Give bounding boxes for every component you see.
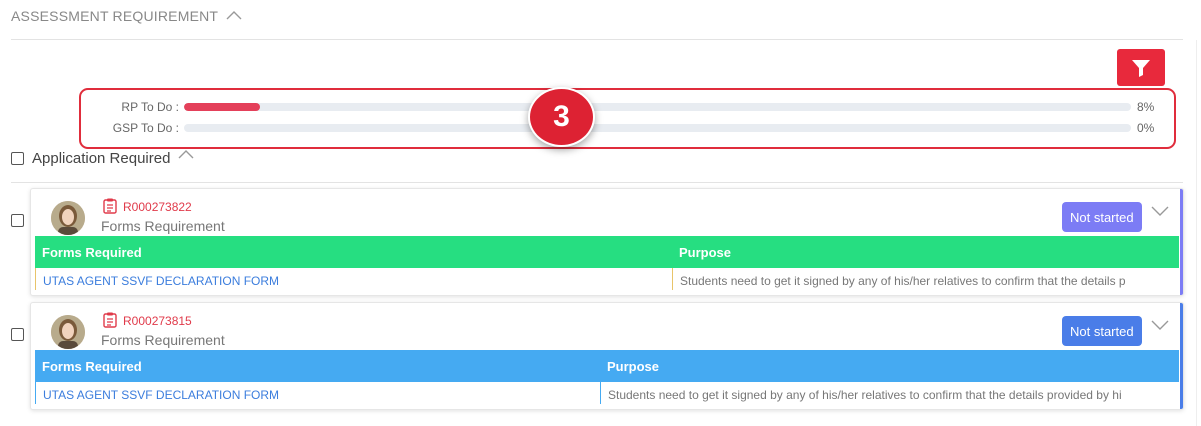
forms-table: Forms Required Purpose UTAS AGENT SSVF D… — [35, 350, 1179, 404]
requirement-card[interactable]: R000273815 Forms Requirement Not started… — [30, 302, 1184, 410]
requirement-id[interactable]: R000273822 — [123, 200, 192, 214]
filter-button[interactable] — [1117, 49, 1165, 86]
card-accent — [1180, 303, 1183, 409]
column-header: Forms Required — [42, 358, 142, 374]
progress-label: GSP To Do : — [112, 121, 179, 135]
progress-panel: RP To Do : 8% GSP To Do : 0% — [79, 88, 1176, 149]
progress-label: RP To Do : — [121, 100, 179, 114]
table-header: Forms Required Purpose — [35, 350, 1179, 382]
card-checkbox[interactable] — [11, 214, 24, 227]
section-header[interactable]: ASSESSMENT REQUIREMENT — [11, 8, 242, 24]
purpose-text: Students need to get it signed by any of… — [600, 382, 1122, 404]
forms-table: Forms Required Purpose UTAS AGENT SSVF D… — [35, 236, 1179, 290]
progress-percent: 0% — [1137, 121, 1155, 135]
application-required-checkbox[interactable] — [11, 152, 24, 165]
table-header: Forms Required Purpose — [35, 236, 1179, 268]
progress-fill — [184, 103, 260, 111]
clipboard-icon — [103, 198, 117, 214]
card-accent — [1180, 189, 1183, 295]
chevron-up-icon[interactable] — [226, 8, 242, 24]
column-header: Purpose — [607, 358, 660, 374]
card-checkbox[interactable] — [11, 328, 24, 341]
status-badge: Not started — [1062, 202, 1142, 232]
filter-icon — [1132, 59, 1150, 77]
chevron-up-icon[interactable] — [178, 149, 194, 161]
section-title: ASSESSMENT REQUIREMENT — [11, 8, 219, 24]
application-required-toggle[interactable]: Application Required — [11, 149, 194, 167]
column-header: Purpose — [679, 244, 732, 260]
progress-percent: 8% — [1137, 100, 1155, 114]
step-badge: 3 — [528, 87, 595, 147]
assessment-requirement-panel: ASSESSMENT REQUIREMENT RP To Do : 8% GSP… — [0, 0, 1201, 426]
progress-bar — [184, 103, 1131, 111]
panel-edge — [1196, 40, 1197, 426]
purpose-text: Students need to get it signed by any of… — [672, 268, 1126, 290]
progress-row-gsp: GSP To Do : 0% — [81, 119, 1174, 137]
avatar — [51, 315, 85, 349]
chevron-down-icon[interactable] — [1151, 205, 1169, 217]
status-badge: Not started — [1062, 316, 1142, 346]
table-row: UTAS AGENT SSVF DECLARATION FORM Student… — [35, 268, 1179, 290]
form-link[interactable]: UTAS AGENT SSVF DECLARATION FORM — [35, 382, 600, 404]
section-divider — [11, 39, 1183, 40]
form-link[interactable]: UTAS AGENT SSVF DECLARATION FORM — [35, 268, 672, 290]
column-header: Forms Required — [42, 244, 142, 260]
chevron-down-icon[interactable] — [1151, 319, 1169, 331]
avatar — [51, 201, 85, 235]
progress-row-rp: RP To Do : 8% — [81, 98, 1174, 116]
application-required-label: Application Required — [32, 150, 171, 167]
clipboard-icon — [103, 312, 117, 328]
requirement-card[interactable]: R000273822 Forms Requirement Not started… — [30, 188, 1184, 296]
requirement-type: Forms Requirement — [101, 218, 225, 234]
table-row: UTAS AGENT SSVF DECLARATION FORM Student… — [35, 382, 1179, 404]
progress-bar — [184, 124, 1131, 132]
requirement-type: Forms Requirement — [101, 332, 225, 348]
divider — [11, 182, 1183, 183]
requirement-id[interactable]: R000273815 — [123, 314, 192, 328]
